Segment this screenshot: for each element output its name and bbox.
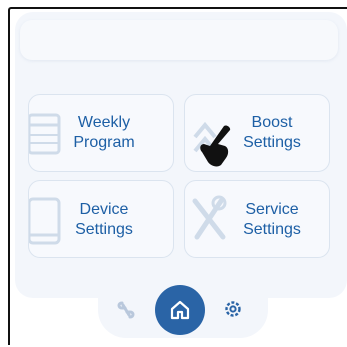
weekly-program-tile[interactable]: Weekly Program [28,94,174,172]
pointer-hand-icon [200,125,231,167]
calendar-icon [29,113,61,155]
home-icon [170,300,190,320]
device-icon [29,197,61,245]
boost-settings-label: Boost Settings [243,114,301,151]
gear-icon[interactable] [222,298,244,320]
service-settings-label: Service Settings [243,201,301,238]
home-button[interactable] [155,285,205,335]
top-bar [20,20,338,60]
device-settings-label: Device Settings [75,201,133,238]
weekly-program-label: Weekly Program [73,114,135,151]
link-icon[interactable] [117,299,135,321]
service-settings-tile[interactable]: Service Settings [184,180,330,258]
device-settings-tile[interactable]: Device Settings [28,180,174,258]
tools-icon [192,195,227,240]
